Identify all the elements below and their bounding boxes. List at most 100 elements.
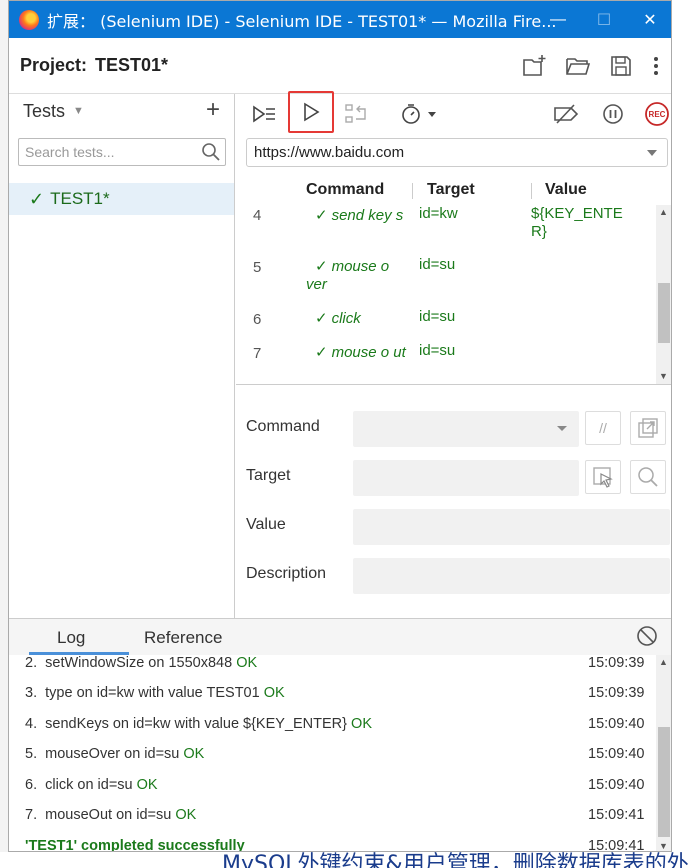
row-command-text: click <box>331 310 361 327</box>
window-title: 扩展： (Selenium IDE) - Selenium IDE - TEST… <box>47 11 557 31</box>
log-line-text: mouseOut on id=su <box>45 807 172 823</box>
log-scrollbar[interactable]: ▲ ▼ <box>656 655 671 851</box>
log-line-number: 3. <box>25 685 38 701</box>
column-target: Target <box>427 181 475 198</box>
description-input[interactable] <box>353 558 670 594</box>
clear-log-icon[interactable] <box>636 625 658 647</box>
step-over-button[interactable] <box>340 98 372 130</box>
table-row[interactable]: 4 ✓ send key s id=kw ${KEY_ENTER} <box>236 205 656 255</box>
scroll-up-icon[interactable]: ▲ <box>659 207 668 217</box>
scrollbar-thumb[interactable] <box>658 283 670 343</box>
value-input[interactable] <box>353 509 670 545</box>
svg-text:REC: REC <box>649 110 666 119</box>
check-icon: ✓ <box>315 344 328 361</box>
table-row[interactable]: 6 ✓ click id=su <box>236 307 656 341</box>
editor-panel: REC https://www.baidu.com Command Target… <box>236 91 671 618</box>
search-box <box>18 138 226 166</box>
log-line-number: 2. <box>25 655 38 671</box>
test-name: TEST1* <box>50 189 110 208</box>
log-line-status: OK <box>263 685 285 701</box>
tests-panel: Tests ▼ + ✓ TEST1* <box>9 94 235 618</box>
close-button[interactable]: ✕ <box>627 1 671 38</box>
open-reference-button[interactable] <box>630 411 666 445</box>
playback-toolbar: REC <box>236 91 671 134</box>
log-line-status: OK <box>175 807 197 823</box>
tests-dropdown[interactable]: Tests <box>23 101 65 122</box>
scrollbar-thumb[interactable] <box>658 727 670 837</box>
row-command: ✓ click <box>306 310 406 328</box>
row-index: 5 <box>253 259 262 276</box>
scroll-down-icon[interactable]: ▼ <box>659 841 668 851</box>
tests-header: Tests ▼ + <box>9 94 234 128</box>
tab-log[interactable]: Log <box>57 628 85 648</box>
log-line-text: type on id=kw with value TEST01 <box>45 685 260 701</box>
comment-button[interactable]: // <box>585 411 621 445</box>
table-scrollbar[interactable]: ▲ ▼ <box>656 205 671 384</box>
value-field-row: Value <box>236 509 671 545</box>
command-field-row: Command // <box>236 411 671 447</box>
row-command: ✓ send key s <box>306 207 406 225</box>
chevron-down-icon <box>557 426 567 431</box>
row-command-text: send key s <box>331 207 404 224</box>
command-label: Command <box>246 418 320 435</box>
table-row[interactable]: 7 ✓ mouse o ut id=su <box>236 341 656 384</box>
title-bar: 扩展： (Selenium IDE) - Selenium IDE - TEST… <box>9 1 671 38</box>
disable-breakpoints-button[interactable] <box>550 98 582 130</box>
row-target: id=kw <box>419 205 458 222</box>
pause-icon <box>603 104 623 124</box>
run-all-tests-button[interactable] <box>248 98 280 130</box>
log-line-number: 4. <box>25 716 38 732</box>
log-line-time: 15:09:41 <box>588 838 645 852</box>
search-icon[interactable] <box>201 142 221 162</box>
speed-control-button[interactable] <box>398 98 442 130</box>
table-row[interactable]: 5 ✓ mouse o ver id=su <box>236 255 656 307</box>
base-url-value: https://www.baidu.com <box>254 144 405 161</box>
command-select[interactable] <box>353 411 579 447</box>
select-target-button[interactable] <box>585 460 621 494</box>
maximize-button[interactable]: ☐ <box>581 1 627 38</box>
record-icon: REC <box>645 102 669 126</box>
new-project-icon[interactable] <box>521 54 547 78</box>
project-name[interactable]: TEST01* <box>95 55 168 76</box>
target-input[interactable] <box>353 460 579 496</box>
row-target: id=su <box>419 308 456 325</box>
log-success-message: 'TEST1' completed successfully <box>25 838 245 852</box>
chevron-down-icon[interactable]: ▼ <box>73 105 84 117</box>
scroll-down-icon[interactable]: ▼ <box>659 371 668 381</box>
more-options-icon[interactable] <box>643 54 669 78</box>
minimize-button[interactable]: — <box>535 1 581 38</box>
play-icon <box>304 102 320 122</box>
log-line-status: OK <box>351 716 372 732</box>
row-index: 4 <box>253 207 262 224</box>
find-target-button[interactable] <box>630 460 666 494</box>
background-window-strip <box>672 0 688 868</box>
tab-reference[interactable]: Reference <box>144 628 222 648</box>
select-element-icon <box>593 467 613 488</box>
command-table-header: Command Target Value <box>236 181 671 205</box>
row-target: id=su <box>419 256 456 273</box>
background-window-bottom: MySQL外键约束&用户管理，删除数据库表的外 <box>0 852 688 868</box>
column-command: Command <box>306 181 385 198</box>
open-project-icon[interactable] <box>565 54 591 78</box>
description-label: Description <box>246 565 327 582</box>
add-test-button[interactable]: + <box>206 96 220 124</box>
log-line-time: 15:09:39 <box>588 685 645 701</box>
log-panel: Log Reference 2. setWindowSize on 1550x8… <box>9 618 671 852</box>
step-over-icon <box>345 104 366 123</box>
log-line-time: 15:09:41 <box>588 807 645 823</box>
run-current-test-button[interactable] <box>288 91 334 133</box>
log-line-text: setWindowSize on 1550x848 <box>45 655 233 671</box>
row-command-text: mouse o ut <box>331 344 406 361</box>
pause-on-exceptions-button[interactable] <box>597 98 629 130</box>
search-tests-input[interactable] <box>19 139 199 165</box>
log-line: 2. setWindowSize on 1550x848 OK 15:09:39 <box>25 655 655 671</box>
record-button[interactable]: REC <box>641 98 671 130</box>
target-field-row: Target <box>236 460 671 496</box>
scroll-up-icon[interactable]: ▲ <box>659 657 668 667</box>
base-url-select[interactable]: https://www.baidu.com <box>246 138 668 167</box>
value-label: Value <box>246 516 286 533</box>
save-project-icon[interactable] <box>608 54 634 78</box>
check-icon: ✓ <box>315 207 328 224</box>
test-item-test1[interactable]: ✓ TEST1* <box>9 183 234 215</box>
log-line-time: 15:09:39 <box>588 655 645 671</box>
